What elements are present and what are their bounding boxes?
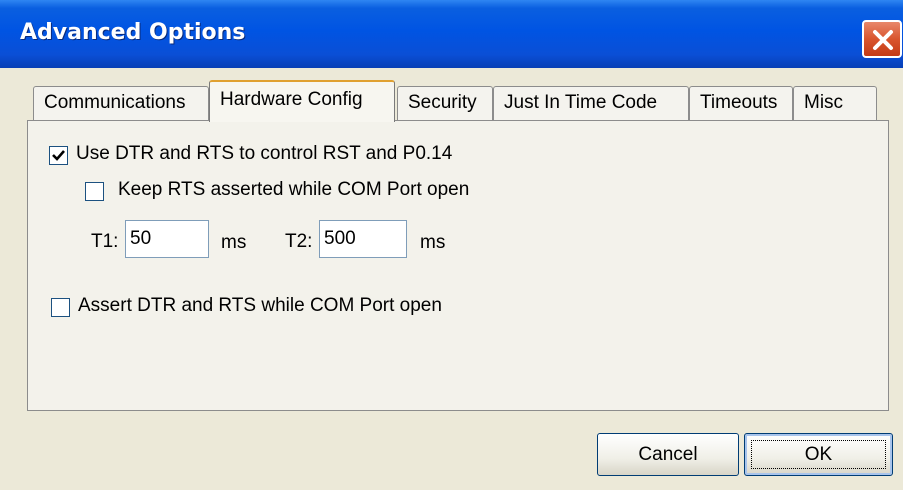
t1-input[interactable]: 50 xyxy=(125,220,209,258)
tab-just-in-time-code[interactable]: Just In Time Code xyxy=(493,86,689,120)
t2-label: T2: xyxy=(285,231,313,252)
hardware-config-panel: Use DTR and RTS to control RST and P0.14… xyxy=(27,120,889,411)
close-button[interactable] xyxy=(862,20,902,58)
tab-label: Misc xyxy=(804,92,844,113)
focus-rectangle xyxy=(751,440,886,469)
tab-hardware-config[interactable]: Hardware Config xyxy=(209,80,395,122)
tab-label: Timeouts xyxy=(700,92,778,113)
checkmark-icon xyxy=(52,150,65,161)
tab-security[interactable]: Security xyxy=(397,86,493,120)
assert-dtr-rts-checkbox[interactable] xyxy=(51,298,70,317)
t2-value: 500 xyxy=(324,228,356,249)
keep-rts-label: Keep RTS asserted while COM Port open xyxy=(118,179,470,200)
ok-button[interactable]: OK xyxy=(744,433,893,476)
t1-value: 50 xyxy=(130,228,152,249)
t1-unit: ms xyxy=(221,232,247,253)
assert-dtr-rts-label: Assert DTR and RTS while COM Port open xyxy=(78,295,442,316)
tab-label: Hardware Config xyxy=(220,89,363,110)
advanced-options-dialog: Advanced Options Communications Hardware… xyxy=(0,0,903,490)
tab-communications[interactable]: Communications xyxy=(33,86,209,120)
tab-label: Security xyxy=(408,92,477,113)
t2-input[interactable]: 500 xyxy=(319,220,407,258)
t1-label: T1: xyxy=(91,231,119,252)
cancel-label: Cancel xyxy=(638,444,698,465)
tab-label: Just In Time Code xyxy=(504,92,658,113)
use-dtr-rts-label: Use DTR and RTS to control RST and P0.14 xyxy=(76,143,453,164)
tab-misc[interactable]: Misc xyxy=(793,86,877,120)
close-icon xyxy=(873,30,893,50)
cancel-button[interactable]: Cancel xyxy=(597,433,739,476)
window-title: Advanced Options xyxy=(20,20,246,45)
tab-timeouts[interactable]: Timeouts xyxy=(689,86,793,120)
tab-label: Communications xyxy=(44,92,186,113)
t2-unit: ms xyxy=(420,232,446,253)
use-dtr-rts-checkbox[interactable] xyxy=(49,146,68,165)
title-bar[interactable]: Advanced Options xyxy=(0,0,903,68)
keep-rts-checkbox[interactable] xyxy=(85,182,104,201)
